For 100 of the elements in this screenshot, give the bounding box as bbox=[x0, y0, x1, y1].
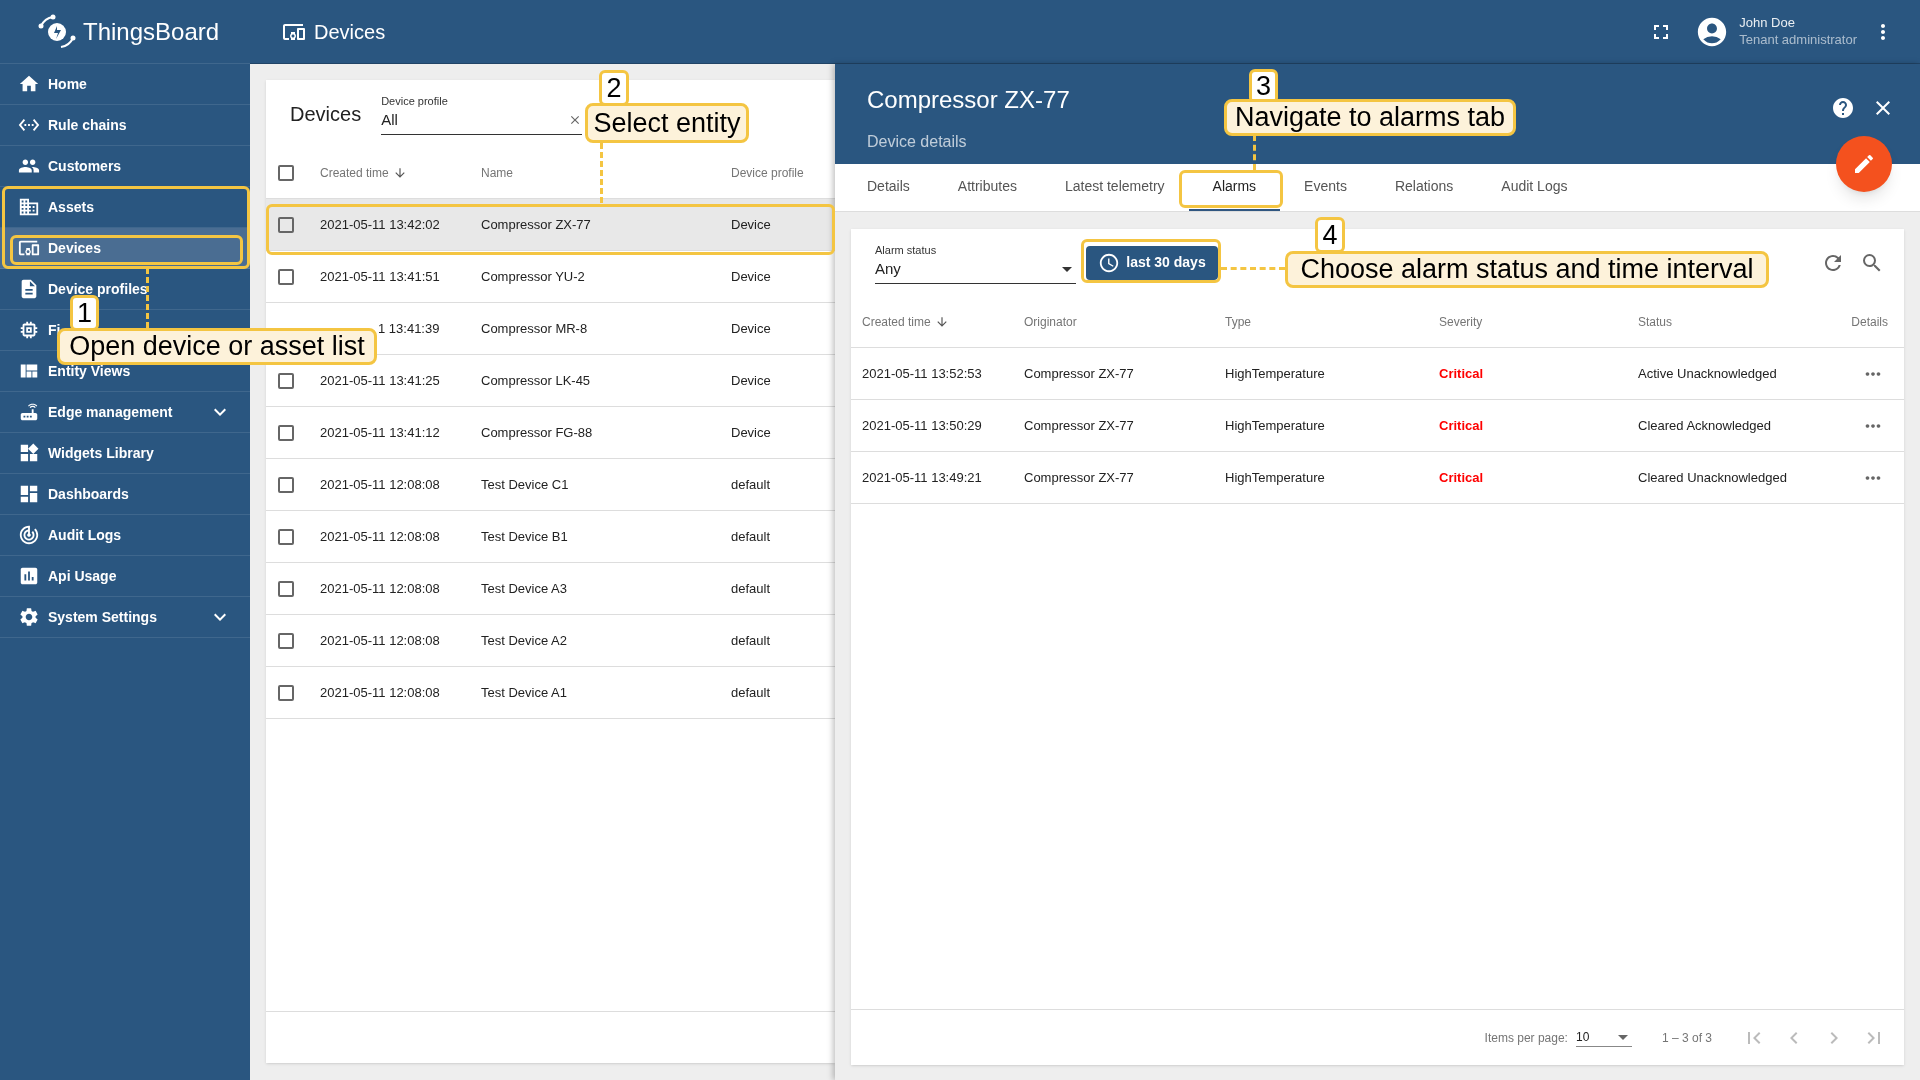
table-cell-text: Device bbox=[731, 215, 771, 234]
tab[interactable]: Details bbox=[843, 164, 934, 211]
tab[interactable]: Events bbox=[1280, 164, 1371, 211]
column-header[interactable]: Device profile bbox=[731, 163, 804, 182]
table-cell-text: 2021-05-11 13:52:53 bbox=[862, 364, 982, 383]
nav-item[interactable]: System Settings bbox=[0, 597, 250, 638]
table-row[interactable]: 2021-05-11 13:41:12 Compressor FG-88 Device bbox=[266, 407, 835, 459]
tab[interactable]: Audit Logs bbox=[1477, 164, 1592, 211]
table-cell-text: 2021-05-11 13:50:29 bbox=[862, 416, 982, 435]
table-cell-text: 2021-05-11 13:41:12 bbox=[320, 423, 440, 442]
checkbox[interactable] bbox=[278, 476, 294, 493]
nav-item[interactable]: Audit Logs bbox=[0, 515, 250, 556]
table-cell-text: 2021-05-11 13:41:51 bbox=[320, 267, 440, 286]
table-cell-text: 2021-05-11 13:42:02 bbox=[320, 215, 440, 234]
dropdown-icon[interactable] bbox=[1062, 266, 1072, 272]
table-cell-text: Test Device B1 bbox=[481, 527, 568, 546]
table-cell-text: Cleared Unacknowledged bbox=[1638, 468, 1787, 487]
table-cell-text: Test Device C1 bbox=[481, 475, 569, 494]
page-size-select[interactable]: 10 bbox=[1575, 1028, 1632, 1047]
table-cell-text: Device bbox=[731, 371, 771, 390]
table-cell-text: default bbox=[731, 475, 771, 494]
alarm-status-field[interactable]: Alarm status Any bbox=[875, 241, 1076, 284]
tab[interactable]: Latest telemetry bbox=[1040, 164, 1189, 211]
callout-tooltip: Navigate to alarms tab bbox=[1224, 99, 1516, 136]
table-cell-text: Test Device A2 bbox=[481, 631, 567, 650]
checkbox[interactable] bbox=[278, 580, 294, 597]
column-header[interactable]: Details bbox=[1851, 312, 1888, 331]
table-cell-text: Device bbox=[731, 423, 771, 442]
nav-item[interactable]: Widgets Library bbox=[0, 433, 250, 474]
table-row[interactable]: 2021-05-11 13:42:02 Compressor ZX-77 Device bbox=[266, 199, 835, 251]
table-cell-text: Device bbox=[731, 319, 771, 338]
table-cell-text: Compressor LK-45 bbox=[481, 371, 591, 390]
table-row[interactable]: 2021-05-11 13:41:51 Compressor YU-2 Device bbox=[266, 251, 835, 303]
table-cell-text: Test Device A3 bbox=[481, 579, 567, 598]
table-row[interactable]: 2021-05-11 12:08:08 Test Device A1 default bbox=[266, 667, 835, 719]
nav-item[interactable]: Api Usage bbox=[0, 556, 250, 597]
checkbox[interactable] bbox=[278, 372, 294, 389]
details-title: Compressor ZX-77 bbox=[867, 85, 1070, 115]
widgets-icon bbox=[18, 442, 40, 464]
checkbox[interactable] bbox=[278, 424, 294, 441]
table-cell-text: Compressor YU-2 bbox=[481, 267, 585, 286]
column-header[interactable]: Name bbox=[481, 163, 513, 182]
severity-label: Critical bbox=[1439, 416, 1484, 435]
tab[interactable]: Attributes bbox=[933, 164, 1041, 211]
table-cell-text: 2021-05-11 12:08:08 bbox=[320, 579, 440, 598]
severity-label: Critical bbox=[1439, 468, 1484, 487]
table-cell-text: Test Device A1 bbox=[481, 683, 567, 702]
table-row[interactable]: 2021-05-11 12:08:08 Test Device A2 default bbox=[266, 615, 835, 667]
user-name: John Doe bbox=[1739, 15, 1796, 32]
table-cell-text: 2021-05-11 13:49:21 bbox=[862, 468, 982, 487]
table-cell-text: 2021-05-11 12:08:08 bbox=[320, 631, 440, 650]
column-header[interactable]: Type bbox=[1225, 312, 1251, 331]
column-header[interactable]: Created time bbox=[320, 163, 389, 182]
card-title: Devices bbox=[290, 101, 362, 127]
checkbox[interactable] bbox=[278, 632, 294, 649]
nav-item[interactable]: Customers bbox=[0, 146, 250, 187]
table-cell-text: HighTemperature bbox=[1225, 364, 1325, 383]
tab[interactable]: Alarms bbox=[1188, 164, 1281, 211]
column-header[interactable]: Status bbox=[1638, 312, 1673, 331]
details-subtitle: Device details bbox=[867, 132, 968, 152]
table-row[interactable]: 2021-05-11 12:08:08 Test Device B1 default bbox=[266, 511, 835, 563]
table-cell-text: Compressor MR-8 bbox=[481, 319, 588, 338]
table-cell-text: 2021-05-11 12:08:08 bbox=[320, 527, 440, 546]
nav-item[interactable]: Rule chains bbox=[0, 105, 250, 146]
time-interval-button[interactable]: last 30 days bbox=[1086, 245, 1218, 280]
column-header[interactable]: Created time bbox=[862, 312, 931, 331]
callout-tooltip: Select entity bbox=[585, 103, 749, 143]
checkbox[interactable] bbox=[278, 216, 294, 233]
dropdown-icon bbox=[1617, 1034, 1628, 1040]
nav-item[interactable]: Dashboards bbox=[0, 474, 250, 515]
logo-icon bbox=[37, 13, 77, 50]
edit-icon bbox=[1852, 152, 1876, 176]
checkbox[interactable] bbox=[278, 528, 294, 545]
help-icon[interactable] bbox=[1831, 96, 1855, 120]
nav-item[interactable]: Home bbox=[0, 64, 250, 105]
page-range: 1 – 3 of 3 bbox=[1661, 1029, 1712, 1047]
table-cell-text: HighTemperature bbox=[1225, 468, 1325, 487]
table-row[interactable]: 2021-05-11 13:49:21 Compressor ZX-77 HighTemperature Critical Cleared Unacknowledged bbox=[851, 452, 1904, 504]
table-row[interactable]: 2021-05-11 12:08:08 Test Device C1 default bbox=[266, 459, 835, 511]
table-cell-text: Compressor ZX-77 bbox=[481, 215, 591, 234]
column-header[interactable]: Severity bbox=[1439, 312, 1483, 331]
checkbox[interactable] bbox=[278, 164, 294, 181]
column-header[interactable]: Originator bbox=[1024, 312, 1077, 331]
tab[interactable]: Relations bbox=[1370, 164, 1478, 211]
page-title: Devices bbox=[314, 19, 386, 45]
table-row[interactable]: 2021-05-11 12:08:08 Test Device A3 default bbox=[266, 563, 835, 615]
table-cell-text: Active Unacknowledged bbox=[1638, 364, 1777, 383]
device-profile-field[interactable]: Device profile All bbox=[381, 92, 583, 135]
checkbox[interactable] bbox=[278, 268, 294, 285]
step-number-tooltip: 2 bbox=[599, 70, 629, 106]
table-row[interactable]: 2021-05-11 13:52:53 Compressor ZX-77 HighTemperature Critical Active Unacknowledged bbox=[851, 348, 1904, 400]
table-cell-text: default bbox=[731, 683, 771, 702]
table-cell-text: 2021-05-11 13:41:25 bbox=[320, 371, 440, 390]
table-cell-text: Compressor ZX-77 bbox=[1024, 364, 1134, 383]
callout-tooltip: Choose alarm status and time interval bbox=[1285, 251, 1769, 288]
checkbox[interactable] bbox=[278, 684, 294, 701]
nav-item[interactable]: Edge management bbox=[0, 392, 250, 433]
table-row[interactable]: 2021-05-11 13:50:29 Compressor ZX-77 HighTemperature Critical Cleared Acknowledged bbox=[851, 400, 1904, 452]
target-icon bbox=[18, 524, 40, 546]
clock-icon bbox=[1098, 251, 1121, 274]
